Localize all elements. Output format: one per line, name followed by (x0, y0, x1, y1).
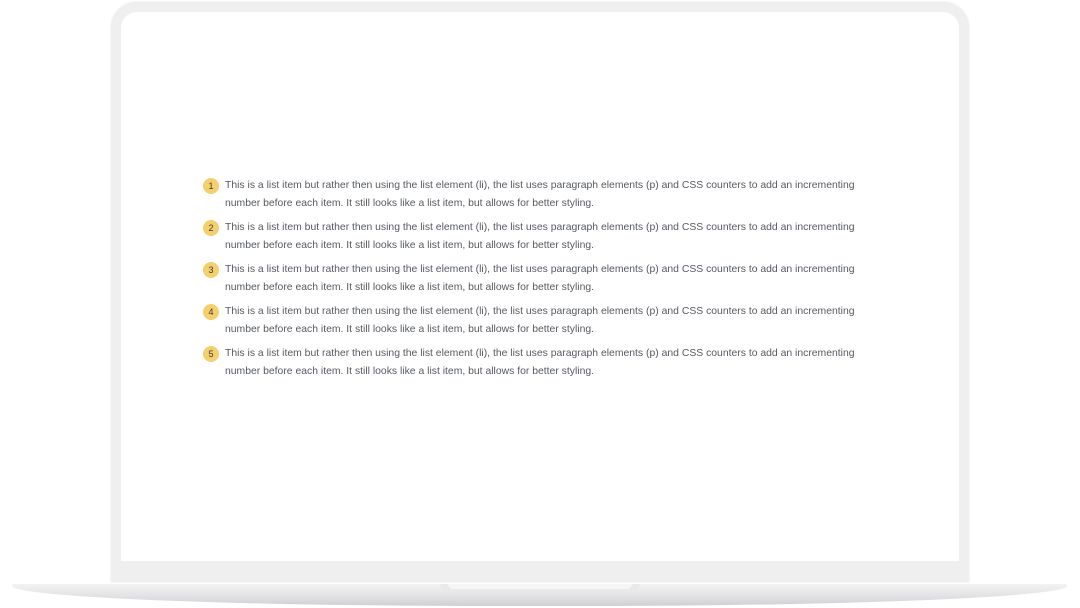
list-item-text: This is a list item but rather then usin… (225, 348, 855, 377)
list-item-text: This is a list item but rather then usin… (225, 222, 855, 251)
list-number-badge: 5 (203, 346, 219, 362)
laptop-hinge-notch-inner (448, 584, 632, 589)
list-number-badge: 3 (203, 262, 219, 278)
list-item: 3 This is a list item but rather then us… (203, 261, 883, 297)
list-item-text: This is a list item but rather then usin… (225, 306, 855, 335)
list-item: 4 This is a list item but rather then us… (203, 303, 883, 339)
numbered-list: 1 This is a list item but rather then us… (203, 177, 883, 387)
list-item-text: This is a list item but rather then usin… (225, 264, 855, 293)
list-item-text: This is a list item but rather then usin… (225, 180, 855, 209)
list-item: 1 This is a list item but rather then us… (203, 177, 883, 213)
laptop-screen: 1 This is a list item but rather then us… (121, 12, 959, 561)
list-number-badge: 1 (203, 178, 219, 194)
list-number-badge: 2 (203, 220, 219, 236)
list-number-badge: 4 (203, 304, 219, 320)
list-item: 5 This is a list item but rather then us… (203, 345, 883, 381)
list-item: 2 This is a list item but rather then us… (203, 219, 883, 255)
laptop-mockup: 1 This is a list item but rather then us… (0, 0, 1080, 608)
